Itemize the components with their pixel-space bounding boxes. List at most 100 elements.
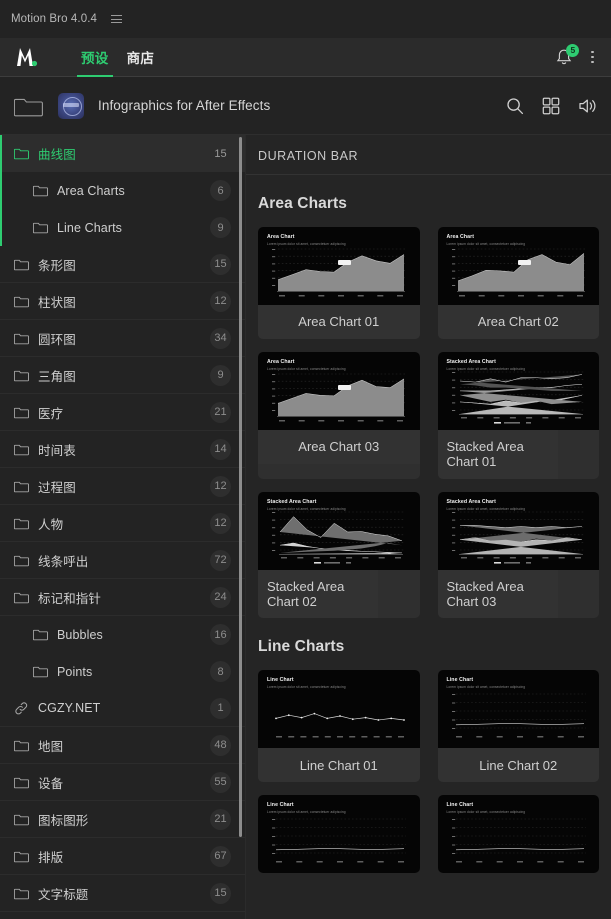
preset-card-label: Area Chart 03 xyxy=(258,430,420,464)
thumbnail-title: Area Chart xyxy=(267,234,295,240)
sidebar-item-label: 人物 xyxy=(38,517,64,532)
thumbnail-subtitle: Lorem ipsum dolor sit amet, consectetuer… xyxy=(446,506,526,511)
sidebar-item-count: 16 xyxy=(210,624,231,645)
folder-icon[interactable] xyxy=(13,94,43,117)
folder-icon xyxy=(14,850,29,863)
folder-icon xyxy=(14,332,29,345)
preset-thumbnail: Area Chart Lorem ipsum dolor sit amet, co… xyxy=(437,227,599,305)
folder-icon xyxy=(14,887,29,900)
folder-icon xyxy=(14,369,29,382)
sidebar-item-count: 12 xyxy=(210,290,231,312)
preset-card[interactable]: Area Chart Lorem ipsum dolor sit amet, co… xyxy=(437,227,599,339)
preset-card-label: Area Chart 02 xyxy=(437,305,599,339)
preset-card[interactable]: Line Chart Lorem ipsum dolor sit amet, co… xyxy=(437,670,599,783)
preset-card[interactable]: Stacked Area Chart Lorem ipsum dolor sit … xyxy=(437,491,599,619)
folder-icon xyxy=(14,258,29,271)
content-panel: DURATION BAR Area Charts Area Chart Lorem… xyxy=(246,135,611,919)
thumbnail-title: Line Chart xyxy=(446,677,474,684)
sidebar-item-count: 48 xyxy=(210,734,231,756)
sidebar-item-count: 21 xyxy=(210,808,231,830)
preset-card-label: Area Chart 01 xyxy=(258,305,420,339)
thumbnail-title: Stacked Area Chart xyxy=(446,498,496,505)
preset-thumbnail: Stacked Area Chart Lorem ipsum dolor sit … xyxy=(437,491,599,570)
thumbnail-title: Line Chart xyxy=(267,802,294,809)
thumbnail-subtitle: Lorem ipsum dolor sit amet, consectetuer… xyxy=(446,367,526,371)
more-options-icon[interactable] xyxy=(587,49,598,66)
sidebar-item-[interactable]: 三角图 9 xyxy=(0,357,245,394)
sidebar-item-count: 9 xyxy=(210,364,231,386)
sidebar-item-bubbles[interactable]: Bubbles 16 xyxy=(0,616,245,653)
folder-icon xyxy=(14,739,29,752)
preset-card[interactable]: Stacked Area Chart Lorem ipsum dolor sit … xyxy=(437,352,599,479)
sidebar-item-[interactable]: 图标图形 21 xyxy=(0,801,245,838)
sidebar-item-count: 67 xyxy=(210,845,231,867)
title-bar: Motion Bro 4.0.4 xyxy=(0,0,611,38)
folder-icon xyxy=(14,813,29,826)
sidebar-item-[interactable]: 标记和指针 24 xyxy=(0,579,245,616)
thumbnail-title: Area Chart xyxy=(446,234,475,240)
sidebar-scrollbar[interactable] xyxy=(239,137,242,837)
sidebar-item-label: 地图 xyxy=(38,739,64,754)
sidebar-item-[interactable]: 柱状图 12 xyxy=(0,283,245,320)
sidebar-item-count: 15 xyxy=(214,147,227,160)
tab-store[interactable]: 商店 xyxy=(118,38,164,76)
sidebar-item-count: 24 xyxy=(210,586,231,608)
sidebar-item-[interactable]: 人物 12 xyxy=(0,505,245,542)
hamburger-icon[interactable] xyxy=(109,13,124,25)
folder-icon xyxy=(14,591,29,604)
sidebar-item-label: 柱状图 xyxy=(38,295,76,310)
sidebar-item-label: Line Charts xyxy=(57,220,123,235)
link-icon xyxy=(14,701,29,715)
sidebar-item-cgzy-net[interactable]: CGZY.NET 1 xyxy=(0,690,245,727)
thumbnail-title: Stacked Area Chart xyxy=(267,498,317,505)
sidebar-item-line-charts[interactable]: Line Charts 9 xyxy=(0,209,245,246)
notifications-button[interactable]: 5 xyxy=(555,43,580,67)
thumbnail-subtitle: Lorem ipsum dolor sit amet, consectetuer… xyxy=(267,242,346,246)
preset-card[interactable]: Line Chart Lorem ipsum dolor sit amet, co… xyxy=(437,795,599,874)
sidebar-item-[interactable]: 地图 48 xyxy=(0,727,245,764)
sidebar-item-[interactable]: 条形图 15 xyxy=(0,246,245,283)
preset-card[interactable]: Stacked Area Chart Lorem ipsum dolor sit … xyxy=(258,491,420,619)
preset-card[interactable]: Area Chart Lorem ipsum dolor sit amet, co… xyxy=(258,227,420,339)
duration-bar-label: DURATION BAR xyxy=(246,135,611,175)
folder-icon xyxy=(14,443,29,456)
sound-icon[interactable] xyxy=(578,97,598,115)
nav-actions: 5 xyxy=(555,43,611,67)
sidebar-item-label: 三角图 xyxy=(38,369,76,384)
folder-icon xyxy=(14,776,29,789)
preset-card-label: Line Chart 02 xyxy=(437,748,599,783)
sidebar-item-area-charts[interactable]: Area Charts 6 xyxy=(0,172,245,209)
thumbnail-title: Stacked Area Chart xyxy=(446,359,496,365)
sidebar-item-[interactable]: 线条呼出 72 xyxy=(0,542,245,579)
sidebar-item-[interactable]: 设备 55 xyxy=(0,764,245,801)
grid-view-icon[interactable] xyxy=(542,97,560,115)
sidebar-item-[interactable]: 文字标题 15 xyxy=(0,875,245,912)
sidebar-item-count: 15 xyxy=(210,882,231,904)
preset-card[interactable]: Line Chart Lorem ipsum dolor sit amet, co… xyxy=(258,795,420,874)
preset-card-label: Line Chart 01 xyxy=(258,748,420,783)
thumbnail-subtitle: Lorem ipsum dolor sit amet, consectetuer… xyxy=(267,810,346,815)
search-icon[interactable] xyxy=(506,97,524,115)
folder-icon xyxy=(33,665,48,678)
preset-thumbnail: Line Chart Lorem ipsum dolor sit amet, co… xyxy=(437,670,599,749)
preset-card[interactable]: Area Chart Lorem ipsum dolor sit amet, co… xyxy=(258,352,420,479)
sidebar-item-label: 图标图形 xyxy=(38,813,89,828)
preset-thumbnail: Area Chart Lorem ipsum dolor sit amet, co… xyxy=(258,227,420,305)
preset-thumbnail: Line Chart Lorem ipsum dolor sit amet, co… xyxy=(258,670,420,749)
preset-card[interactable]: Line Chart Lorem ipsum dolor sit amet, co… xyxy=(258,670,420,783)
pack-thumbnail[interactable] xyxy=(58,92,84,119)
thumbnail-title: Line Chart xyxy=(446,802,474,809)
sidebar-item-[interactable]: 过程图 12 xyxy=(0,468,245,505)
sidebar-item-[interactable]: 排版 67 xyxy=(0,838,245,875)
folder-icon xyxy=(14,406,29,419)
card-grid: Area Chart Lorem ipsum dolor sit amet, co… xyxy=(258,227,599,619)
thumbnail-subtitle: Lorem ipsum dolor sit amet, consectetuer… xyxy=(446,242,526,246)
sidebar-item-[interactable]: 圆环图 34 xyxy=(0,320,245,357)
sidebar-item-[interactable]: 时间表 14 xyxy=(0,431,245,468)
tab-presets[interactable]: 预设 xyxy=(72,38,118,77)
preset-thumbnail: Area Chart Lorem ipsum dolor sit amet, co… xyxy=(258,352,420,430)
sidebar-item-[interactable]: 曲线图 15 xyxy=(0,135,245,246)
sidebar-item-points[interactable]: Points 8 xyxy=(0,653,245,690)
sidebar-item-[interactable]: 医疗 21 xyxy=(0,394,245,431)
sidebar-item-count: 14 xyxy=(210,438,231,460)
